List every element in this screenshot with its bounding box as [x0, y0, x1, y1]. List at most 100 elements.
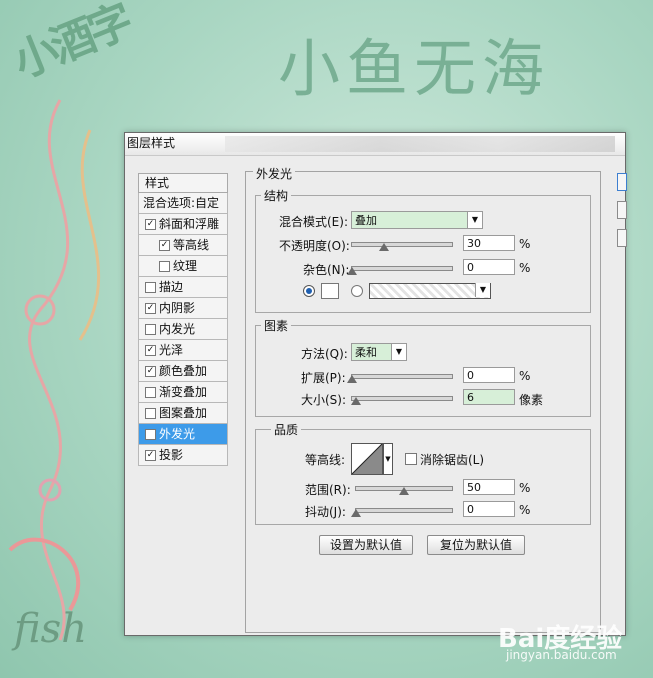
- style-item[interactable]: 渐变叠加: [138, 382, 228, 403]
- style-item[interactable]: ✓ 内阴影: [138, 298, 228, 319]
- style-item[interactable]: 图案叠加: [138, 403, 228, 424]
- style-item-label: 内发光: [159, 322, 196, 336]
- size-label: 大小(S):: [301, 393, 347, 407]
- style-item-checkbox[interactable]: ✓: [145, 366, 156, 377]
- style-item[interactable]: 描边: [138, 277, 228, 298]
- noise-input[interactable]: 0: [463, 259, 515, 275]
- range-input[interactable]: 50: [463, 479, 515, 495]
- gradient-radio[interactable]: [351, 285, 363, 297]
- range-slider-thumb[interactable]: [399, 487, 409, 495]
- antialias-label: 消除锯齿(L): [420, 453, 485, 467]
- logo-left: 小酒字: [6, 0, 137, 89]
- reset-default-button[interactable]: 复位为默认值: [427, 535, 525, 555]
- styles-header[interactable]: 样式: [138, 173, 228, 193]
- set-default-button[interactable]: 设置为默认值: [319, 535, 413, 555]
- spread-input[interactable]: 0: [463, 367, 515, 383]
- technique-select[interactable]: 柔和 ▼: [351, 343, 407, 361]
- jitter-slider[interactable]: [355, 508, 453, 513]
- style-item-checkbox[interactable]: ✓: [145, 429, 156, 440]
- style-item-label: 颜色叠加: [159, 364, 208, 378]
- jitter-input[interactable]: 0: [463, 501, 515, 517]
- range-unit: %: [519, 481, 531, 495]
- color-swatch[interactable]: [321, 283, 339, 299]
- opacity-slider-thumb[interactable]: [379, 243, 389, 251]
- style-item[interactable]: ✓ 斜面和浮雕: [138, 214, 228, 235]
- size-input[interactable]: 6: [463, 389, 515, 405]
- chevron-down-icon: ▼: [467, 212, 482, 228]
- style-item[interactable]: ✓ 投影: [138, 445, 228, 466]
- style-item-label: 图案叠加: [159, 406, 208, 420]
- size-slider-thumb[interactable]: [351, 397, 361, 405]
- styles-list: 样式 混合选项:自定 ✓ 斜面和浮雕 ✓ 等高线 纹理 描边 ✓ 内阴影 内发光 ✓ 光泽 ✓ 颜色叠加…: [138, 173, 228, 503]
- opacity-slider[interactable]: [351, 242, 453, 247]
- style-item-label: 斜面和浮雕: [159, 217, 220, 231]
- noise-slider[interactable]: [351, 266, 453, 271]
- style-item[interactable]: ✓ 等高线: [138, 235, 228, 256]
- spread-slider-thumb[interactable]: [347, 375, 357, 383]
- chevron-down-icon: ▼: [391, 344, 406, 360]
- dialog-title: 图层样式: [127, 136, 176, 150]
- blend-options-item[interactable]: 混合选项:自定: [138, 193, 228, 214]
- technique-label: 方法(Q):: [301, 347, 348, 361]
- size-slider[interactable]: [351, 396, 453, 401]
- cancel-button-edge[interactable]: [617, 201, 627, 219]
- style-item-checkbox[interactable]: ✓: [145, 219, 156, 230]
- contour-picker[interactable]: [351, 443, 383, 475]
- jitter-label: 抖动(J):: [305, 505, 346, 519]
- spread-label: 扩展(P):: [301, 371, 346, 385]
- layer-style-dialog: 图层样式 样式 混合选项:自定 ✓ 斜面和浮雕 ✓ 等高线 纹理 描边 ✓ 内阴影 内发光 ✓ 光泽…: [124, 132, 627, 636]
- titlebar-blurred-area: [225, 136, 615, 152]
- style-item-checkbox[interactable]: [145, 387, 156, 398]
- style-item-label: 内阴影: [159, 301, 196, 315]
- chevron-down-icon: ▼: [475, 283, 490, 297]
- style-item[interactable]: ✓ 外发光: [138, 424, 228, 445]
- contour-dropdown-button[interactable]: ▼: [383, 443, 393, 475]
- gradient-picker[interactable]: ▼: [369, 283, 491, 299]
- color-radio[interactable]: [303, 285, 315, 297]
- style-item-label: 渐变叠加: [159, 385, 208, 399]
- outer-glow-title: 外发光: [253, 165, 296, 182]
- style-item-label: 描边: [159, 280, 184, 294]
- style-item-checkbox[interactable]: ✓: [145, 450, 156, 461]
- blend-mode-label: 混合模式(E):: [279, 215, 348, 229]
- noise-unit: %: [519, 261, 531, 275]
- noise-slider-thumb[interactable]: [347, 267, 357, 275]
- style-item-checkbox[interactable]: [145, 282, 156, 293]
- style-item-checkbox[interactable]: ✓: [145, 303, 156, 314]
- baidu-watermark-url: jingyan.baidu.com: [506, 648, 617, 662]
- size-unit: 像素: [519, 393, 544, 407]
- style-item-checkbox[interactable]: [159, 261, 170, 272]
- logo-right: 小鱼无海: [278, 32, 551, 105]
- style-item[interactable]: 内发光: [138, 319, 228, 340]
- contour-label: 等高线:: [305, 453, 346, 467]
- antialias-checkbox[interactable]: [405, 453, 417, 465]
- opacity-input[interactable]: 30: [463, 235, 515, 251]
- jitter-unit: %: [519, 503, 531, 517]
- opacity-unit: %: [519, 237, 531, 251]
- contour-curve-icon: [351, 443, 383, 475]
- ok-button-edge[interactable]: [617, 173, 627, 191]
- style-item-checkbox[interactable]: ✓: [145, 345, 156, 356]
- style-item-label: 等高线: [173, 238, 210, 252]
- style-item[interactable]: 纹理: [138, 256, 228, 277]
- radio-dot-icon: [306, 288, 312, 294]
- dialog-titlebar[interactable]: 图层样式: [125, 133, 625, 156]
- quality-title: 品质: [271, 421, 302, 438]
- opacity-label: 不透明度(O):: [279, 239, 350, 253]
- spread-slider[interactable]: [351, 374, 453, 379]
- jitter-slider-thumb[interactable]: [351, 509, 361, 517]
- style-item-checkbox[interactable]: [145, 324, 156, 335]
- new-style-button-edge[interactable]: [617, 229, 627, 247]
- style-item[interactable]: ✓ 颜色叠加: [138, 361, 228, 382]
- noise-label: 杂色(N):: [303, 263, 350, 277]
- spread-unit: %: [519, 369, 531, 383]
- blend-mode-select[interactable]: 叠加 ▼: [351, 211, 483, 229]
- style-item-checkbox[interactable]: [145, 408, 156, 419]
- style-item-checkbox[interactable]: ✓: [159, 240, 170, 251]
- style-item[interactable]: ✓ 光泽: [138, 340, 228, 361]
- structure-title: 结构: [261, 187, 292, 204]
- style-item-label: 投影: [159, 448, 184, 462]
- style-item-label: 光泽: [159, 343, 184, 357]
- range-label: 范围(R):: [305, 483, 351, 497]
- elements-title: 图素: [261, 317, 292, 334]
